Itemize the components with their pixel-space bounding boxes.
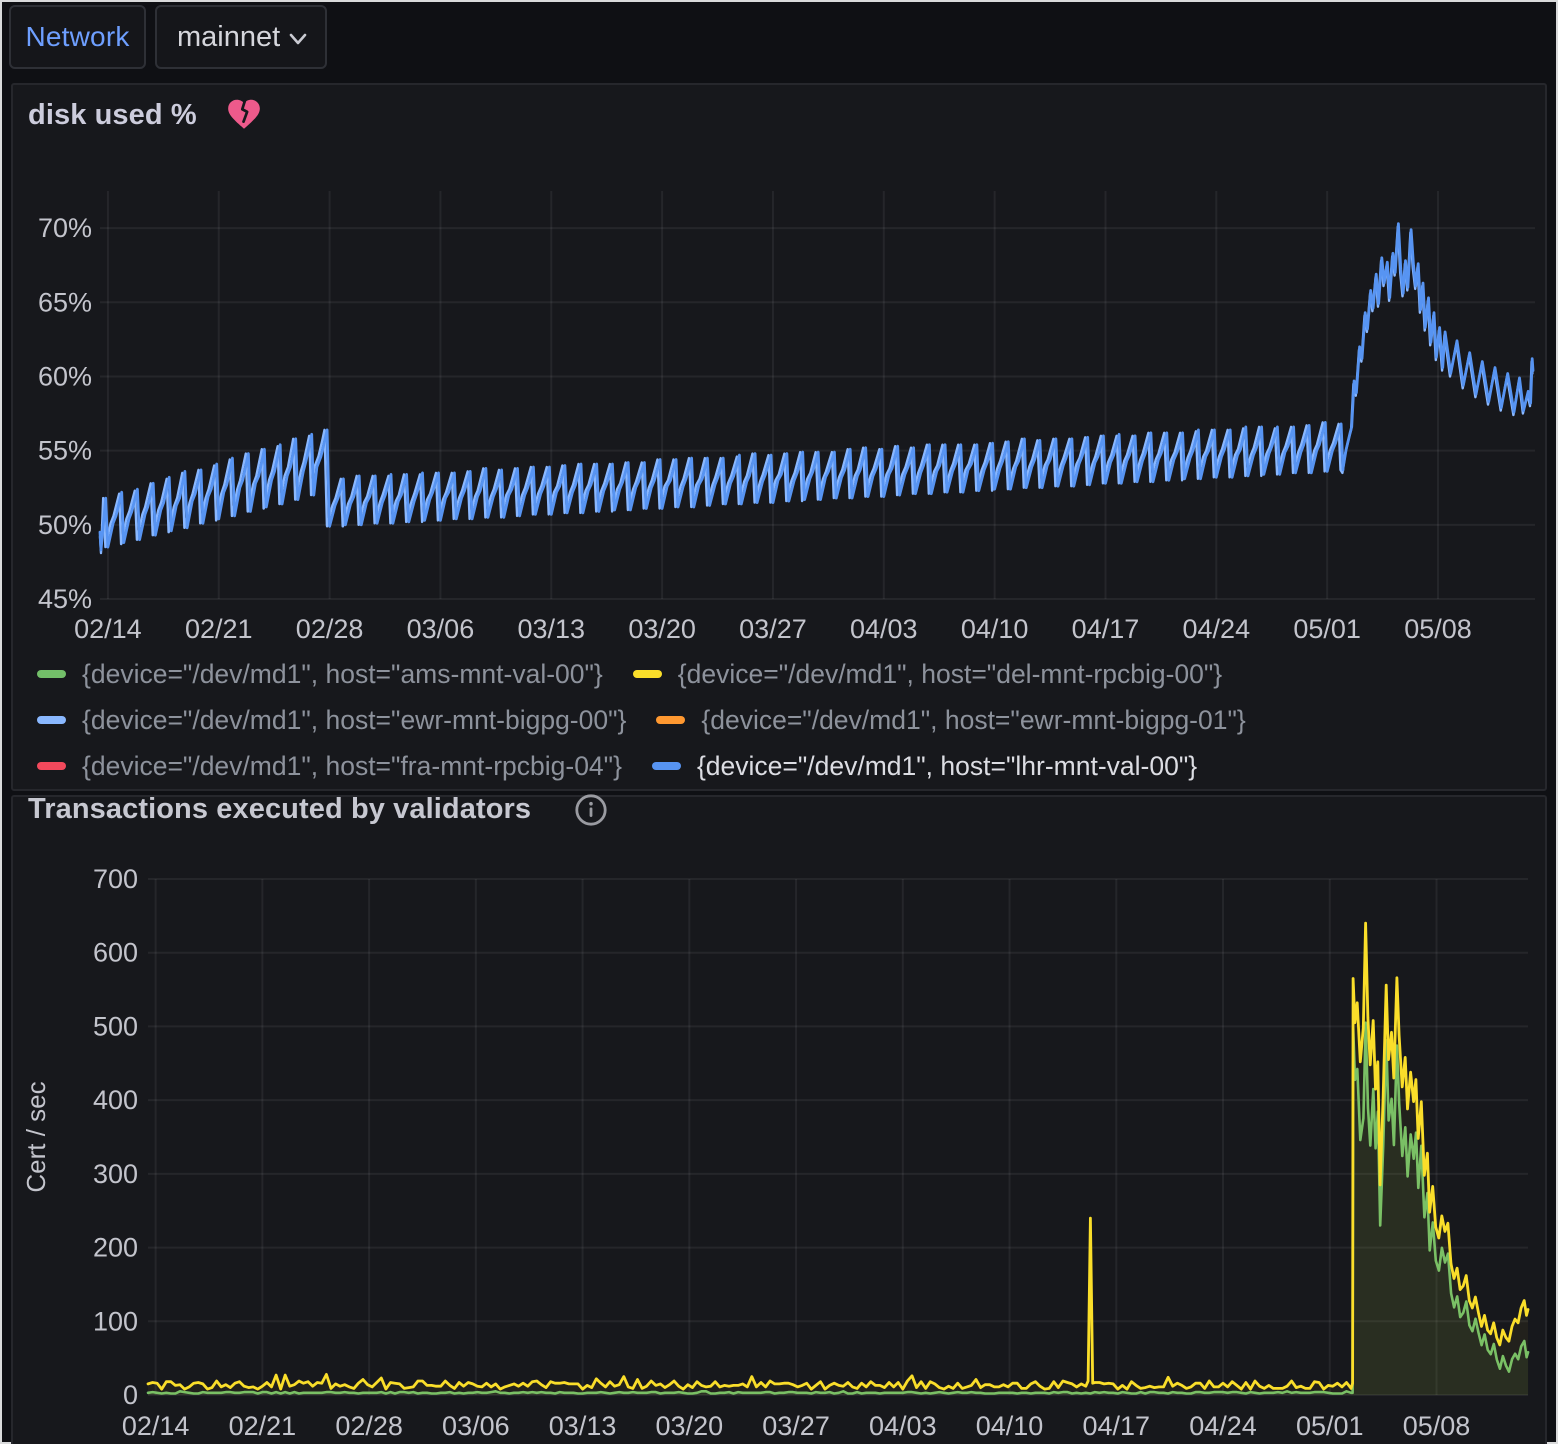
transactions-chart[interactable]: 0 100 200 300 400 500 600 700 02/14 02/21 02/28 03/… [13, 850, 1545, 1442]
panel-transactions-header[interactable]: Transactions executed by validators [13, 792, 1545, 826]
panel-disk-used-title[interactable]: disk used % [28, 99, 197, 132]
gridlines [148, 879, 1528, 1395]
x-tick-label: 03/13 [517, 614, 585, 644]
x-tick-label: 05/08 [1404, 614, 1472, 644]
legend-item[interactable]: {device="/dev/md1", host="ams-mnt-val-00… [37, 651, 603, 697]
x-tick-label: 04/24 [1183, 614, 1251, 644]
legend-series-label: {device="/dev/md1", host="del-mnt-rpcbig… [678, 659, 1222, 690]
x-tick-label: 05/01 [1293, 614, 1361, 644]
disk-used-chart[interactable]: 45% 50% 55% 60% 65% 70% 02/14 02/21 02/28 03/06 03… [13, 151, 1545, 651]
series-line [148, 1023, 1528, 1394]
legend-item[interactable]: {device="/dev/md1", host="lhr-mnt-val-00… [652, 743, 1197, 789]
y-tick-label: 50% [38, 510, 92, 540]
y-tick-label: 60% [38, 361, 92, 391]
x-tick-label: 02/21 [229, 1411, 297, 1441]
y-tick-label: 700 [93, 864, 138, 894]
legend-series-label: {device="/dev/md1", host="ewr-mnt-bigpg-… [82, 705, 626, 736]
x-tick-label: 02/28 [335, 1411, 403, 1441]
y-tick-label: 400 [93, 1085, 138, 1115]
legend-series-color-dash [37, 670, 66, 678]
legend-series-color-dash [656, 716, 685, 724]
chevron-down-icon [283, 24, 313, 54]
legend-series-color-dash [652, 762, 681, 770]
y-tick-label: 0 [123, 1380, 138, 1410]
series-fill [148, 923, 1528, 1395]
legend-series-label: {device="/dev/md1", host="fra-mnt-rpcbig… [82, 751, 622, 782]
info-stem [590, 808, 593, 818]
x-tick-label: 04/10 [961, 614, 1029, 644]
x-tick-label: 04/17 [1082, 1411, 1150, 1441]
x-tick-label: 05/01 [1296, 1411, 1364, 1441]
x-tick-label: 03/06 [442, 1411, 510, 1441]
y-tick-label: 70% [38, 213, 92, 243]
x-tick-label: 02/21 [185, 614, 253, 644]
x-tick-label: 02/14 [122, 1411, 190, 1441]
panel-transactions-title[interactable]: Transactions executed by validators [28, 793, 531, 826]
variable-network-value-dropdown[interactable]: mainnet [155, 5, 327, 69]
x-tick-label: 02/14 [74, 614, 142, 644]
x-tick-label: 03/13 [549, 1411, 617, 1441]
x-tick-label: 04/10 [976, 1411, 1044, 1441]
panel-transactions: Transactions executed by validators 0 100… [11, 795, 1547, 1444]
info-circle-icon[interactable] [574, 793, 608, 827]
x-tick-label: 04/17 [1072, 614, 1140, 644]
panel-disk-used-header[interactable]: disk used % [13, 85, 1545, 143]
x-tick-label: 04/24 [1189, 1411, 1257, 1441]
y-tick-label: 500 [93, 1011, 138, 1041]
y-tick-label: 300 [93, 1159, 138, 1189]
series-line [100, 227, 1532, 553]
variable-network-value[interactable]: mainnet [177, 21, 280, 54]
variable-network: Network [9, 5, 146, 69]
series-line [100, 224, 1533, 550]
legend-series-color-dash [37, 762, 66, 770]
legend-item[interactable]: {device="/dev/md1", host="ewr-mnt-bigpg-… [37, 697, 626, 743]
y-tick-label: 100 [93, 1306, 138, 1336]
gridlines [100, 191, 1535, 599]
legend-series-label: {device="/dev/md1", host="ams-mnt-val-00… [82, 659, 603, 690]
legend-item[interactable]: {device="/dev/md1", host="del-mnt-rpcbig… [633, 651, 1222, 697]
x-tick-label: 03/06 [407, 614, 475, 644]
legend-series-label: {device="/dev/md1", host="lhr-mnt-val-00… [697, 751, 1197, 782]
legend-series-label: {device="/dev/md1", host="ewr-mnt-bigpg-… [701, 705, 1245, 736]
y-tick-label: 55% [38, 436, 92, 466]
info-dot [589, 802, 593, 806]
legend-item[interactable]: {device="/dev/md1", host="ewr-mnt-bigpg-… [656, 697, 1245, 743]
x-tick-label: 05/08 [1403, 1411, 1471, 1441]
series-line [148, 923, 1528, 1389]
y-tick-label: 200 [93, 1233, 138, 1263]
disk-used-legend: {device="/dev/md1", host="ams-mnt-val-00… [37, 651, 1535, 789]
y-axis-title: Cert / sec [21, 1081, 51, 1192]
legend-series-color-dash [633, 670, 662, 678]
x-tick-label: 03/27 [762, 1411, 830, 1441]
grafana-dashboard: {"window":{"frame_color":"#d9dadb"},"too… [2, 2, 1556, 1442]
heart-break-icon[interactable] [225, 95, 263, 133]
series-fill [148, 1023, 1528, 1395]
x-tick-label: 02/28 [296, 614, 364, 644]
variable-network-label[interactable]: Network [25, 21, 129, 53]
legend-item[interactable]: {device="/dev/md1", host="fra-mnt-rpcbig… [37, 743, 622, 789]
x-tick-label: 03/20 [656, 1411, 724, 1441]
x-tick-label: 04/03 [869, 1411, 937, 1441]
chevron-stroke [291, 35, 305, 43]
x-tick-label: 03/27 [739, 614, 807, 644]
x-tick-label: 04/03 [850, 614, 918, 644]
y-tick-label: 45% [38, 584, 92, 614]
x-tick-label: 03/20 [628, 614, 696, 644]
y-tick-label: 600 [93, 938, 138, 968]
panel-disk-used: disk used % 45% 50% 55% 60% 65% 70% 02/14 02/21… [11, 83, 1547, 791]
legend-series-color-dash [37, 716, 66, 724]
y-tick-label: 65% [38, 287, 92, 317]
